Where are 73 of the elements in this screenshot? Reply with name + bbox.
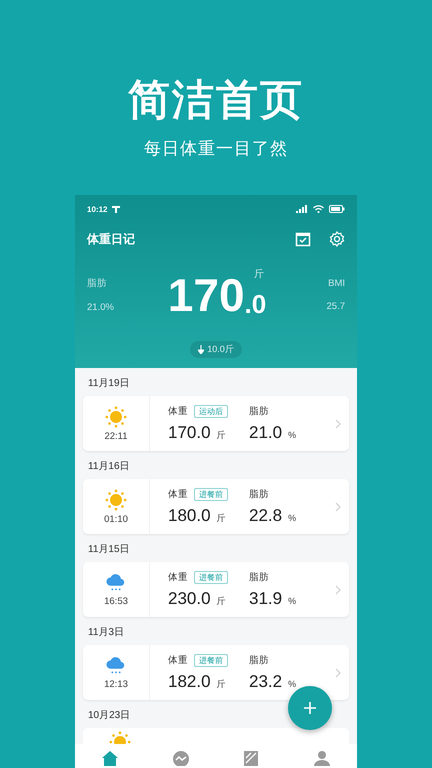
sun-icon <box>105 406 127 428</box>
weight-value: 180.0 <box>168 506 211 526</box>
fat-label: 脂肪 <box>87 277 108 290</box>
record-time: 12:13 <box>104 678 128 690</box>
weight-label: 体重 <box>168 571 188 584</box>
record-card[interactable]: 12:13 体重 进餐前 182.0 斤 脂肪 23.2 % <box>83 645 349 700</box>
fat-value: 31.9 <box>249 588 282 608</box>
app-title: 体重日记 <box>87 230 135 248</box>
weight-change-badge: 10.0斤 <box>190 341 242 358</box>
weight-unit: 斤 <box>216 594 226 608</box>
record-date: 11月16日 <box>87 460 131 474</box>
weight-value: 170.0 <box>168 422 211 442</box>
record-tag: 运动后 <box>194 405 228 418</box>
record-card[interactable]: 01:10 体重 进餐前 180.0 斤 脂肪 22.8 % <box>83 479 349 534</box>
sun-icon <box>105 488 127 510</box>
record-time: 01:10 <box>104 514 128 524</box>
weight-label: 体重 <box>168 488 188 501</box>
fat-unit: % <box>288 430 296 440</box>
status-time: 10:12 <box>87 204 108 214</box>
fat-unit: % <box>288 596 296 606</box>
weight-unit: 斤 <box>216 512 226 524</box>
weight-value: 170 <box>168 273 245 317</box>
weight-decimal: .0 <box>244 291 266 317</box>
fat-unit: % <box>288 512 296 522</box>
record-date: 10月23日 <box>87 709 132 723</box>
record-time: 22:11 <box>104 430 128 442</box>
promo-title: 简洁首页 <box>128 75 304 125</box>
record-card[interactable]: 16:53 体重 进餐前 230.0 斤 脂肪 31.9 % <box>83 562 349 617</box>
arrow-down-icon <box>198 345 204 354</box>
home-icon[interactable] <box>101 750 120 766</box>
fat-label: 脂肪 <box>249 654 269 667</box>
rain-cloud-icon <box>105 572 127 592</box>
promo-subtitle: 每日体重一目了然 <box>144 138 288 160</box>
rain-cloud-icon <box>105 656 127 676</box>
record-time: 16:53 <box>104 596 128 606</box>
calendar-check-icon[interactable] <box>295 231 311 247</box>
signal-icon <box>296 205 308 213</box>
fat-value: 21.0% <box>87 302 115 313</box>
battery-icon <box>329 205 345 213</box>
weight-value: 230.0 <box>168 588 211 608</box>
fat-label: 脂肪 <box>249 571 269 584</box>
notification-icon <box>112 205 120 213</box>
report-icon[interactable] <box>242 750 260 766</box>
record-tag: 进餐前 <box>194 488 228 501</box>
profile-icon[interactable] <box>312 750 331 766</box>
weight-unit: 斤 <box>216 428 226 442</box>
record-date: 11月15日 <box>87 543 131 557</box>
record-tag: 进餐前 <box>194 571 228 584</box>
fat-label: 脂肪 <box>249 405 269 418</box>
chevron-right-icon <box>335 502 341 512</box>
wifi-icon <box>313 205 324 213</box>
weight-unit: 斤 <box>254 268 264 281</box>
plus-icon <box>304 702 316 714</box>
fat-value: 21.0 <box>249 422 282 442</box>
chevron-right-icon <box>335 668 341 678</box>
record-date: 11月3日 <box>87 626 125 640</box>
record-card[interactable]: 22:11 体重 运动后 170.0 斤 脂肪 21.0 % <box>83 396 349 451</box>
chevron-right-icon <box>335 584 341 594</box>
weight-label: 体重 <box>168 405 188 418</box>
chevron-right-icon <box>335 418 341 428</box>
bmi-label: BMI <box>328 278 345 289</box>
weight-value: 182.0 <box>168 672 211 692</box>
fat-unit: % <box>288 678 296 688</box>
weight-unit: 斤 <box>216 678 226 690</box>
fat-value: 23.2 <box>249 672 282 692</box>
settings-icon[interactable] <box>329 231 345 247</box>
bmi-value: 25.7 <box>326 301 345 312</box>
chart-icon[interactable] <box>172 750 190 766</box>
weight-label: 体重 <box>168 654 188 667</box>
record-tag: 进餐前 <box>194 654 228 667</box>
fat-label: 脂肪 <box>249 488 269 501</box>
record-date: 11月19日 <box>87 377 131 391</box>
fat-value: 22.8 <box>249 506 282 526</box>
